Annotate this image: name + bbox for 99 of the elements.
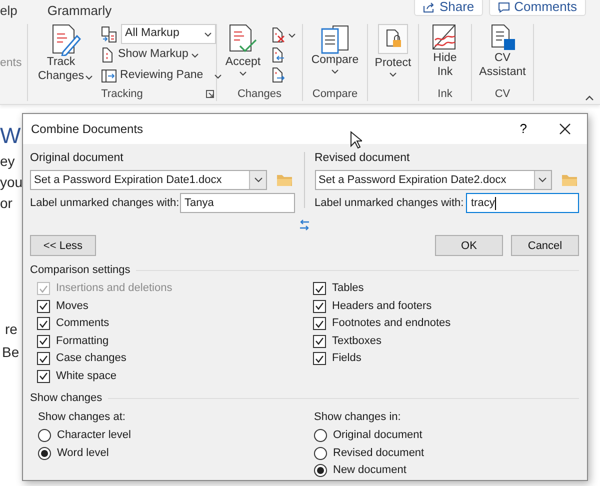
next-change-icon[interactable] [270,67,285,83]
compare-button[interactable]: Compare [309,24,361,87]
checkbox-label[interactable]: Moves [56,298,88,314]
section-label: Revised document [314,151,411,166]
ok-button[interactable]: OK [435,235,503,256]
document-pen-icon [50,24,81,56]
section-heading: Comparison settings [30,263,130,278]
radio-label[interactable]: Revised document [333,444,424,462]
reviewing-pane-button[interactable]: Reviewing Pane [101,66,222,86]
group-label: Show changes in: [314,410,402,426]
radio-button[interactable] [38,429,51,442]
checkbox[interactable] [37,352,50,365]
caret-icon [191,52,200,58]
checkbox[interactable] [37,317,50,330]
document-text: ey [0,152,15,171]
compare-markup-icon [101,26,118,42]
checkbox-label[interactable]: Textboxes [332,332,382,350]
group-label: Changes [236,87,283,101]
pane-icon [101,69,118,83]
ribbon-tab[interactable]: elp [0,4,18,16]
share-button[interactable]: Share [414,0,484,16]
group-label: Show changes at: [38,410,126,426]
group-label: Compare [311,87,359,101]
section-label: Original document [30,151,124,166]
text-field[interactable]: tracy [466,193,579,214]
comments-button[interactable]: Comments [489,0,586,16]
checkbox-label[interactable]: Headers and footers [332,298,432,314]
collapse-ribbon-icon[interactable] [585,95,594,101]
field-label: Label unmarked changes with: [30,196,180,211]
text-field[interactable]: Tanya [180,193,294,214]
radio-button[interactable] [314,464,327,477]
swap-arrows-icon[interactable] [299,219,310,232]
caret-icon [288,32,296,38]
checkbox[interactable] [37,334,50,348]
checkbox[interactable] [37,300,50,312]
dialog-launcher-icon[interactable] [206,90,214,98]
caret-icon [331,68,339,75]
comment-icon [498,2,510,12]
close-icon [559,123,571,135]
radio-button[interactable] [314,446,327,460]
share-icon [423,2,436,12]
document-text: or [0,194,12,213]
document-icon [101,47,116,63]
checkbox-label[interactable]: Fields [332,350,362,367]
radio-label[interactable]: Word level [57,444,109,462]
cancel-button[interactable]: Cancel [511,235,579,256]
document-badge-icon [490,24,516,52]
document-heading: W [0,122,21,150]
section-heading: Show changes [30,390,102,406]
hide-ink-button[interactable]: Hide Ink [425,24,465,87]
caret-icon [538,177,547,184]
checkbox[interactable] [313,300,326,312]
file-combo-box[interactable]: Set a Password Expiration Date1.docx [30,170,267,190]
track-changes-button[interactable]: Track Changes [36,24,96,87]
checkbox[interactable] [37,370,50,382]
caret-icon [389,70,397,78]
checkbox-label[interactable]: Formatting [56,332,109,350]
document-text: Be [1,343,20,362]
previous-change-icon[interactable] [270,47,285,63]
caret-icon [254,177,262,184]
document-lock-icon [378,24,408,54]
caret-icon [85,74,94,81]
checkbox-label[interactable]: Case changes [56,350,126,367]
dialog-title: Combine Documents [31,121,144,138]
radio-button[interactable] [314,429,327,442]
caret-icon [204,30,212,38]
cv-assistant-button[interactable]: CV Assistant [472,24,533,87]
protect-button[interactable]: Protect [372,24,414,87]
checkbox[interactable] [313,352,326,365]
checkbox-label[interactable]: Footnotes and endnotes [332,315,451,332]
ribbon-tab[interactable]: Grammarly [47,4,112,16]
less-button[interactable]: << Less [30,235,96,256]
radio-label[interactable]: Original document [333,427,422,444]
radio-label[interactable]: Character level [57,427,131,444]
ink-icon [432,24,458,50]
field-label: Label unmarked changes with: [314,196,464,211]
checkbox-label[interactable]: Comments [56,315,110,332]
checkbox[interactable] [313,282,326,295]
group-label: Ink [436,87,454,101]
checkbox[interactable] [313,317,326,330]
caret-icon [214,72,222,80]
checkbox-label[interactable]: White space [56,368,117,384]
caret-icon [238,70,247,77]
file-combo-box[interactable]: Set a Password Expiration Date2.docx [314,170,552,190]
group-label: Tracking [28,87,216,101]
radio-button[interactable] [38,446,51,460]
group-label: CV [494,87,512,101]
checkbox[interactable] [313,334,326,348]
ribbon-command-label: ents [0,56,22,71]
accept-button[interactable]: Accept [223,24,263,87]
radio-label[interactable]: New document [333,462,406,479]
checkbox-label[interactable]: Tables [332,280,364,297]
reject-icon[interactable] [270,27,285,43]
markup-dropdown[interactable]: All Markup [121,24,216,44]
document-text: re [4,320,18,339]
help-button[interactable]: ? [516,119,531,139]
compare-documents-icon [320,24,350,54]
document-text: you [0,173,23,192]
show-markup-button[interactable]: Show Markup [101,45,222,65]
